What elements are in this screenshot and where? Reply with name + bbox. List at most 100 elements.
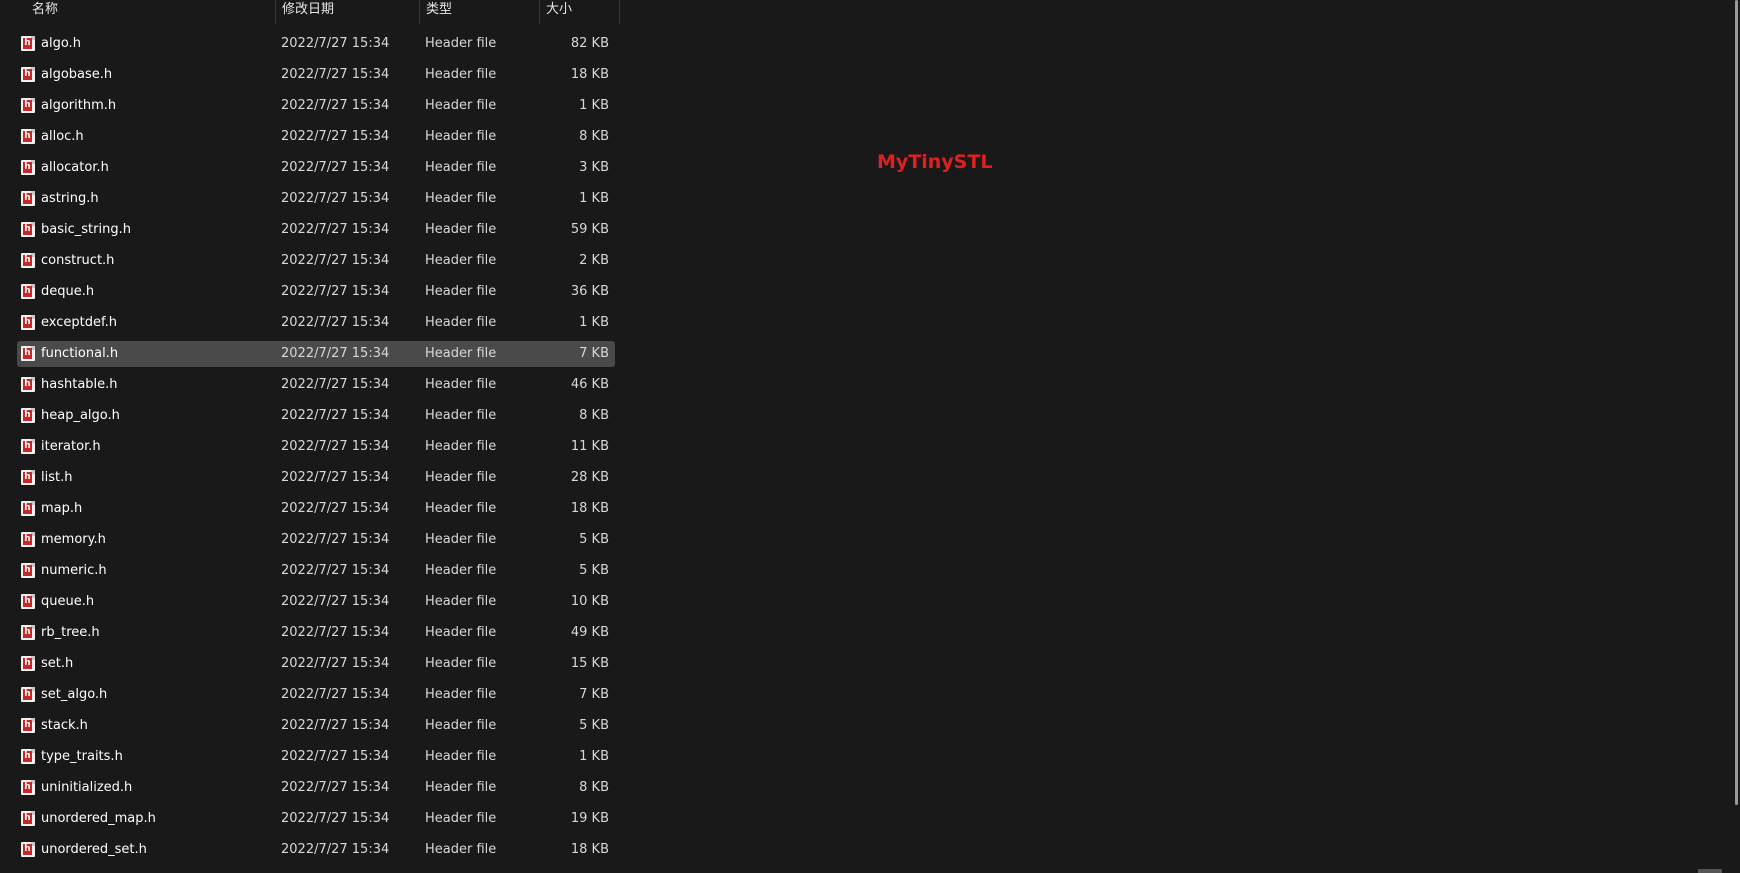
file-type: Header file — [425, 284, 497, 299]
file-row[interactable]: algorithm.h 2022/7/27 15:34 Header file 1 K… — [17, 93, 615, 119]
file-row[interactable]: memory.h 2022/7/27 15:34 Header file 5 KB — [17, 527, 615, 553]
file-row[interactable]: rb_tree.h 2022/7/27 15:34 Header file 49 KB — [17, 620, 615, 646]
file-size: 18 KB — [570, 842, 609, 857]
file-size: 36 KB — [570, 284, 609, 299]
file-size: 11 KB — [570, 439, 609, 454]
file-row[interactable]: uninitialized.h 2022/7/27 15:34 Header fil… — [17, 775, 615, 801]
header-file-icon — [21, 718, 35, 733]
file-type: Header file — [425, 408, 497, 423]
column-header-name[interactable]: 名称 — [26, 0, 276, 24]
file-name: memory.h — [41, 532, 106, 547]
file-row[interactable]: list.h 2022/7/27 15:34 Header file 28 KB — [17, 465, 615, 491]
file-size: 82 KB — [570, 36, 609, 51]
file-type: Header file — [425, 160, 497, 175]
file-row[interactable]: basic_string.h 2022/7/27 15:34 Header file… — [17, 217, 615, 243]
file-row[interactable]: astring.h 2022/7/27 15:34 Header file 1 KB — [17, 186, 615, 212]
file-row[interactable]: alloc.h 2022/7/27 15:34 Header file 8 KB — [17, 124, 615, 150]
file-size: 8 KB — [579, 129, 609, 144]
file-type: Header file — [425, 687, 497, 702]
file-name: alloc.h — [41, 129, 84, 144]
header-file-icon — [21, 439, 35, 454]
file-size: 5 KB — [579, 718, 609, 733]
file-type: Header file — [425, 315, 497, 330]
file-size: 3 KB — [579, 160, 609, 175]
file-date-modified: 2022/7/27 15:34 — [281, 687, 390, 702]
header-file-icon — [21, 408, 35, 423]
header-file-icon — [21, 594, 35, 609]
file-name: algo.h — [41, 36, 81, 51]
file-row[interactable]: numeric.h 2022/7/27 15:34 Header file 5 KB — [17, 558, 615, 584]
file-type: Header file — [425, 470, 497, 485]
file-row[interactable]: hashtable.h 2022/7/27 15:34 Header file 46 … — [17, 372, 615, 398]
file-name: unordered_map.h — [41, 811, 156, 826]
file-row[interactable]: functional.h 2022/7/27 15:34 Header file 7 … — [17, 341, 615, 367]
file-row[interactable]: set_algo.h 2022/7/27 15:34 Header file 7 KB — [17, 682, 615, 708]
file-row[interactable]: stack.h 2022/7/27 15:34 Header file 5 KB — [17, 713, 615, 739]
file-row[interactable]: type_traits.h 2022/7/27 15:34 Header file 1… — [17, 744, 615, 770]
file-name: algobase.h — [41, 67, 113, 82]
file-row[interactable]: iterator.h 2022/7/27 15:34 Header file 11 K… — [17, 434, 615, 460]
column-header-date-modified[interactable]: 修改日期 — [276, 0, 420, 24]
file-name: list.h — [41, 470, 73, 485]
file-date-modified: 2022/7/27 15:34 — [281, 439, 390, 454]
header-file-icon — [21, 253, 35, 268]
file-name: deque.h — [41, 284, 95, 299]
column-header-type[interactable]: 类型 — [420, 0, 540, 24]
file-row[interactable]: heap_algo.h 2022/7/27 15:34 Header file 8 K… — [17, 403, 615, 429]
file-type: Header file — [425, 346, 497, 361]
file-date-modified: 2022/7/27 15:34 — [281, 253, 390, 268]
file-date-modified: 2022/7/27 15:34 — [281, 191, 390, 206]
file-date-modified: 2022/7/27 15:34 — [281, 129, 390, 144]
horizontal-scrollbar-thumb[interactable] — [1698, 869, 1722, 873]
file-row[interactable]: unordered_map.h 2022/7/27 15:34 Header fil… — [17, 806, 615, 832]
header-file-icon — [21, 780, 35, 795]
header-file-icon — [21, 687, 35, 702]
file-type: Header file — [425, 129, 497, 144]
header-file-icon — [21, 315, 35, 330]
column-header-size[interactable]: 大小 — [540, 0, 620, 24]
file-row[interactable]: deque.h 2022/7/27 15:34 Header file 36 KB — [17, 279, 615, 305]
file-size: 8 KB — [579, 780, 609, 795]
file-date-modified: 2022/7/27 15:34 — [281, 470, 390, 485]
file-size: 1 KB — [579, 98, 609, 113]
header-file-icon — [21, 191, 35, 206]
file-row[interactable]: map.h 2022/7/27 15:34 Header file 18 KB — [17, 496, 615, 522]
file-name: iterator.h — [41, 439, 101, 454]
file-size: 18 KB — [570, 67, 609, 82]
file-row[interactable]: allocator.h 2022/7/27 15:34 Header file 3 K… — [17, 155, 615, 181]
file-type: Header file — [425, 67, 497, 82]
file-row[interactable]: exceptdef.h 2022/7/27 15:34 Header file 1 K… — [17, 310, 615, 336]
file-name: numeric.h — [41, 563, 107, 578]
file-date-modified: 2022/7/27 15:34 — [281, 346, 390, 361]
file-date-modified: 2022/7/27 15:34 — [281, 811, 390, 826]
file-date-modified: 2022/7/27 15:34 — [281, 594, 390, 609]
header-file-icon — [21, 222, 35, 237]
file-type: Header file — [425, 842, 497, 857]
file-type: Header file — [425, 439, 497, 454]
header-file-icon — [21, 749, 35, 764]
header-file-icon — [21, 346, 35, 361]
file-date-modified: 2022/7/27 15:34 — [281, 563, 390, 578]
file-row[interactable]: algo.h 2022/7/27 15:34 Header file 82 KB — [17, 31, 615, 57]
file-row[interactable]: algobase.h 2022/7/27 15:34 Header file 18 K… — [17, 62, 615, 88]
vertical-scrollbar[interactable] — [1735, 0, 1738, 805]
file-type: Header file — [425, 718, 497, 733]
header-file-icon — [21, 284, 35, 299]
file-date-modified: 2022/7/27 15:34 — [281, 98, 390, 113]
file-name: hashtable.h — [41, 377, 118, 392]
file-date-modified: 2022/7/27 15:34 — [281, 656, 390, 671]
file-date-modified: 2022/7/27 15:34 — [281, 749, 390, 764]
file-row[interactable]: construct.h 2022/7/27 15:34 Header file 2 K… — [17, 248, 615, 274]
file-date-modified: 2022/7/27 15:34 — [281, 625, 390, 640]
file-row[interactable]: set.h 2022/7/27 15:34 Header file 15 KB — [17, 651, 615, 677]
file-size: 59 KB — [570, 222, 609, 237]
header-file-icon — [21, 129, 35, 144]
file-row[interactable]: queue.h 2022/7/27 15:34 Header file 10 KB — [17, 589, 615, 615]
file-row[interactable]: unordered_set.h 2022/7/27 15:34 Header fil… — [17, 837, 615, 863]
file-type: Header file — [425, 377, 497, 392]
file-type: Header file — [425, 625, 497, 640]
column-header-bar: 名称 修改日期 类型 大小 — [0, 0, 620, 24]
header-file-icon — [21, 842, 35, 857]
file-name: exceptdef.h — [41, 315, 117, 330]
file-type: Header file — [425, 656, 497, 671]
